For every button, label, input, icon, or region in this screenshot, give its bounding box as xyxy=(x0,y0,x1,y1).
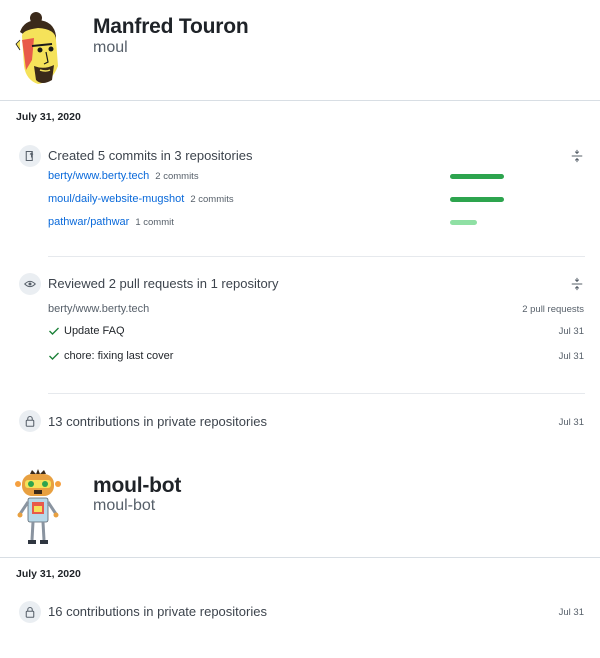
commit-bar xyxy=(450,197,504,202)
divider xyxy=(0,557,600,558)
repo-link[interactable]: moul/daily-website-mugshot xyxy=(48,193,184,205)
private-contributions: 13 contributions in private repositories xyxy=(48,414,267,429)
pr-item[interactable]: Update FAQ xyxy=(48,325,125,337)
divider xyxy=(0,100,600,101)
separator xyxy=(48,256,585,257)
fold-icon[interactable] xyxy=(570,149,584,163)
pr-count: 2 pull requests xyxy=(522,304,584,315)
eye-icon xyxy=(19,273,41,295)
commit-bar xyxy=(450,220,477,225)
user-login[interactable]: moul xyxy=(93,39,128,57)
pr-title[interactable]: chore: fixing last cover xyxy=(64,350,173,362)
user-profile-header: moul-bot moul-bot xyxy=(0,460,600,557)
commit-repo-row[interactable]: moul/daily-website-mugshot 2 commits xyxy=(48,193,234,205)
separator xyxy=(48,393,585,394)
repo-push-icon xyxy=(19,145,41,167)
pr-date: Jul 31 xyxy=(558,326,584,337)
pr-title[interactable]: Update FAQ xyxy=(64,325,125,337)
check-icon xyxy=(49,327,59,335)
user-name[interactable]: Manfred Touron xyxy=(93,15,249,39)
private-date: Jul 31 xyxy=(558,607,584,618)
pr-item[interactable]: chore: fixing last cover xyxy=(48,350,173,362)
check-icon xyxy=(49,352,59,360)
fold-icon[interactable] xyxy=(570,277,584,291)
review-repo-link[interactable]: berty/www.berty.tech xyxy=(48,303,149,315)
commit-repo-row[interactable]: berty/www.berty.tech 2 commits xyxy=(48,170,199,182)
avatar[interactable] xyxy=(12,468,64,548)
user-login[interactable]: moul-bot xyxy=(93,497,155,515)
commit-repo-row[interactable]: pathwar/pathwar 1 commit xyxy=(48,216,174,228)
private-contributions: 16 contributions in private repositories xyxy=(48,604,267,619)
commit-count[interactable]: 1 commit xyxy=(135,217,174,228)
user-profile-header: Manfred Touron moul xyxy=(0,0,600,100)
lock-icon xyxy=(19,410,41,432)
avatar[interactable] xyxy=(8,10,68,90)
activity-date: July 31, 2020 xyxy=(16,568,81,580)
commit-bar xyxy=(450,174,504,179)
repo-link[interactable]: berty/www.berty.tech xyxy=(48,170,149,182)
user-name[interactable]: moul-bot xyxy=(93,474,181,498)
private-date: Jul 31 xyxy=(558,417,584,428)
reviews-summary: Reviewed 2 pull requests in 1 repository xyxy=(48,276,279,291)
commit-count[interactable]: 2 commits xyxy=(155,171,198,182)
commits-summary: Created 5 commits in 3 repositories xyxy=(48,148,253,163)
pr-date: Jul 31 xyxy=(558,351,584,362)
commit-count[interactable]: 2 commits xyxy=(190,194,233,205)
repo-link[interactable]: pathwar/pathwar xyxy=(48,216,129,228)
lock-icon xyxy=(19,601,41,623)
activity-date: July 31, 2020 xyxy=(16,111,81,123)
